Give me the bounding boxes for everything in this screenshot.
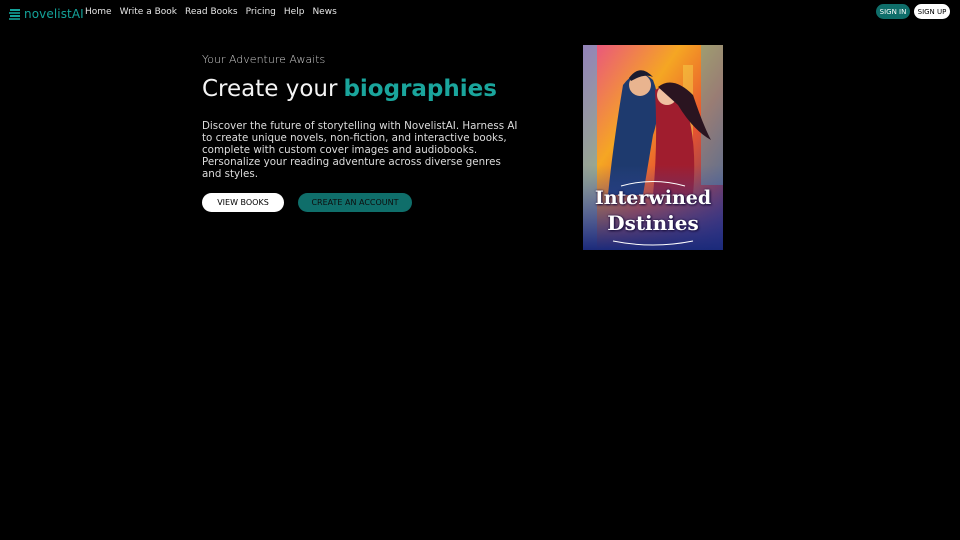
hero-eyebrow: Your Adventure Awaits [202,53,326,66]
nav-item-pricing[interactable]: Pricing [246,7,276,17]
nav-links: Home Write a Book Read Books Pricing Hel… [85,7,345,17]
sign-in-button[interactable]: SIGN IN [876,4,910,19]
hero-headline: Create your biographies [202,76,497,102]
brand-name: novelistAI [24,7,84,21]
hero-description: Discover the future of storytelling with… [202,120,518,180]
headline-prefix: Create your [202,76,338,102]
create-account-button[interactable]: CREATE AN ACCOUNT [298,193,412,212]
nav-item-home[interactable]: Home [85,7,112,17]
sign-up-button[interactable]: SIGN UP [914,4,950,19]
book-stack-icon [9,9,20,20]
view-books-button[interactable]: VIEW BOOKS [202,193,284,212]
headline-accent: biographies [343,76,497,102]
book-cover-image[interactable]: Interwined Dstinies [583,45,723,250]
nav-item-read-books[interactable]: Read Books [185,7,238,17]
brand-logo[interactable]: novelistAI [9,7,84,21]
cover-title-line1: Interwined [594,187,712,209]
nav-item-news[interactable]: News [312,7,336,17]
cover-title-line2: Dstinies [607,211,699,235]
nav-item-help[interactable]: Help [284,7,305,17]
nav-item-write-a-book[interactable]: Write a Book [120,7,177,17]
top-nav: novelistAI Home Write a Book Read Books … [0,0,960,26]
